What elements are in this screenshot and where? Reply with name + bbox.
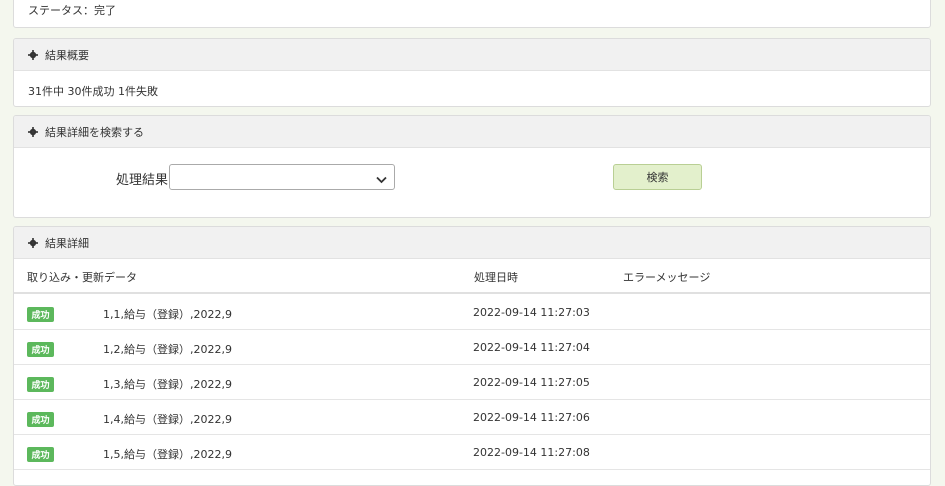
search-panel-title: 結果詳細を検索する	[45, 125, 144, 139]
row-data: 1,4,給与（登録）,2022,9	[103, 413, 232, 426]
success-badge: 成功	[27, 447, 54, 462]
table-row: 成功 1,3,給与（登録）,2022,9 2022-09-14 11:27:05	[14, 365, 930, 400]
row-data: 1,3,給与（登録）,2022,9	[103, 378, 232, 391]
detail-panel: 結果詳細 取り込み・更新データ 処理日時 エラーメッセージ 成功 1,1,給与（…	[13, 226, 931, 486]
row-date: 2022-09-14 11:27:08	[473, 446, 590, 459]
gear-icon	[28, 237, 38, 248]
table-row: 成功 1,2,給与（登録）,2022,9 2022-09-14 11:27:04	[14, 330, 930, 365]
chevron-down-icon	[376, 173, 387, 184]
row-date: 2022-09-14 11:27:04	[473, 341, 590, 354]
row-data: 1,1,給与（登録）,2022,9	[103, 308, 232, 321]
column-header-data: 取り込み・更新データ	[27, 271, 137, 284]
gear-icon	[28, 49, 38, 60]
summary-panel-header: 結果概要	[14, 39, 930, 71]
status-panel: ステータス：完了	[13, 0, 931, 28]
row-data: 1,2,給与（登録）,2022,9	[103, 343, 232, 356]
success-badge: 成功	[27, 342, 54, 357]
summary-text: 31件中 30件成功 1件失敗	[28, 85, 158, 98]
search-panel: 結果詳細を検索する 処理結果 検索	[13, 115, 931, 218]
row-date: 2022-09-14 11:27:03	[473, 306, 590, 319]
table-row: 成功 1,5,給与（登録）,2022,9 2022-09-14 11:27:08	[14, 435, 930, 470]
row-date: 2022-09-14 11:27:05	[473, 376, 590, 389]
result-filter-select[interactable]	[169, 164, 395, 190]
summary-panel-title: 結果概要	[45, 48, 89, 62]
detail-table: 取り込み・更新データ 処理日時 エラーメッセージ 成功 1,1,給与（登録）,2…	[14, 260, 930, 485]
success-badge: 成功	[27, 307, 54, 322]
table-header: 取り込み・更新データ 処理日時 エラーメッセージ	[14, 260, 930, 294]
search-panel-header: 結果詳細を検索する	[14, 116, 930, 148]
status-text: ステータス：完了	[28, 4, 116, 17]
detail-panel-title: 結果詳細	[45, 236, 89, 250]
search-button[interactable]: 検索	[613, 164, 702, 190]
table-row: 成功 1,1,給与（登録）,2022,9 2022-09-14 11:27:03	[14, 295, 930, 330]
summary-panel: 結果概要 31件中 30件成功 1件失敗	[13, 38, 931, 107]
success-badge: 成功	[27, 412, 54, 427]
column-header-error: エラーメッセージ	[623, 271, 711, 284]
result-filter-label: 処理結果	[116, 173, 169, 188]
column-header-date: 処理日時	[474, 271, 518, 284]
row-data: 1,5,給与（登録）,2022,9	[103, 448, 232, 461]
table-row: 成功 1,4,給与（登録）,2022,9 2022-09-14 11:27:06	[14, 400, 930, 435]
row-date: 2022-09-14 11:27:06	[473, 411, 590, 424]
detail-panel-header: 結果詳細	[14, 227, 930, 259]
gear-icon	[28, 126, 38, 137]
success-badge: 成功	[27, 377, 54, 392]
